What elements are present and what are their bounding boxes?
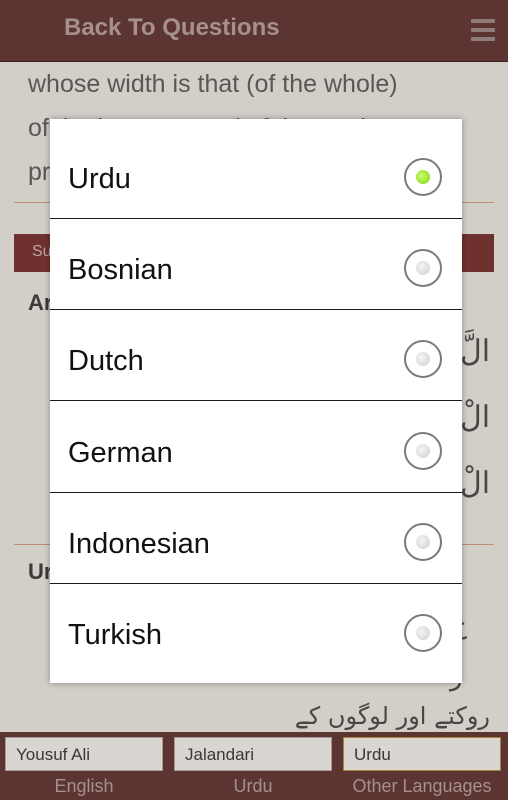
urdu-text: روکتے اور لوگوں کے قصور معاف کرتے <box>294 702 490 732</box>
radio-dot-icon <box>416 535 430 549</box>
arabic-heading: Ar <box>28 290 53 315</box>
language-option-dutch[interactable]: Dutch <box>50 309 462 401</box>
radio-dot-icon <box>416 352 430 366</box>
english-translation-field[interactable]: Yousuf Ali <box>5 737 163 771</box>
language-option-urdu[interactable]: Urdu <box>50 127 462 219</box>
language-option-label: Urdu <box>68 163 131 195</box>
english-caption: English <box>54 776 114 796</box>
app-header: Back To Questions <box>0 0 508 62</box>
radio-dot-icon <box>416 444 430 458</box>
other-language-field[interactable]: Urdu <box>343 737 501 771</box>
language-option-label: Bosnian <box>68 254 173 286</box>
radio-button[interactable] <box>404 249 442 287</box>
urdu-heading: Ur <box>28 559 53 584</box>
language-option-label: Indonesian <box>68 528 210 560</box>
language-option-turkish[interactable]: Turkish <box>50 583 462 674</box>
language-picker-dialog: Urdu Bosnian Dutch German Indonesian Tur… <box>50 119 462 683</box>
urdu-caption: Urdu <box>233 776 273 796</box>
english-translation-value: Yousuf Ali <box>16 745 91 764</box>
language-option-indonesian[interactable]: Indonesian <box>50 492 462 584</box>
other-languages-caption: Other Languages <box>352 776 492 796</box>
other-language-value: Urdu <box>354 745 391 764</box>
radio-button[interactable] <box>404 523 442 561</box>
back-to-questions-link[interactable]: Back To Questions <box>64 14 280 42</box>
language-option-bosnian[interactable]: Bosnian <box>50 218 462 310</box>
language-option-label: Dutch <box>68 345 144 377</box>
section-bar-label: Su <box>32 243 52 260</box>
translation-selector-bar: Yousuf Ali English Jalandari Urdu Urdu O… <box>0 732 508 800</box>
radio-dot-icon <box>416 170 430 184</box>
radio-button[interactable] <box>404 340 442 378</box>
arabic-text: الَّ <box>460 334 491 369</box>
arabic-text: الْ <box>460 400 491 435</box>
language-option-label: Turkish <box>68 619 162 651</box>
urdu-translation-value: Jalandari <box>185 745 254 764</box>
radio-button-selected[interactable] <box>404 158 442 196</box>
arabic-text: الْ <box>460 466 491 501</box>
radio-button[interactable] <box>404 614 442 652</box>
radio-dot-icon <box>416 626 430 640</box>
radio-button[interactable] <box>404 432 442 470</box>
hamburger-menu-icon[interactable] <box>471 19 495 41</box>
language-option-label: German <box>68 437 173 469</box>
urdu-translation-field[interactable]: Jalandari <box>174 737 332 771</box>
language-option-german[interactable]: German <box>50 401 462 493</box>
verse-line: whose width is that (of the whole) <box>28 70 398 98</box>
radio-dot-icon <box>416 261 430 275</box>
